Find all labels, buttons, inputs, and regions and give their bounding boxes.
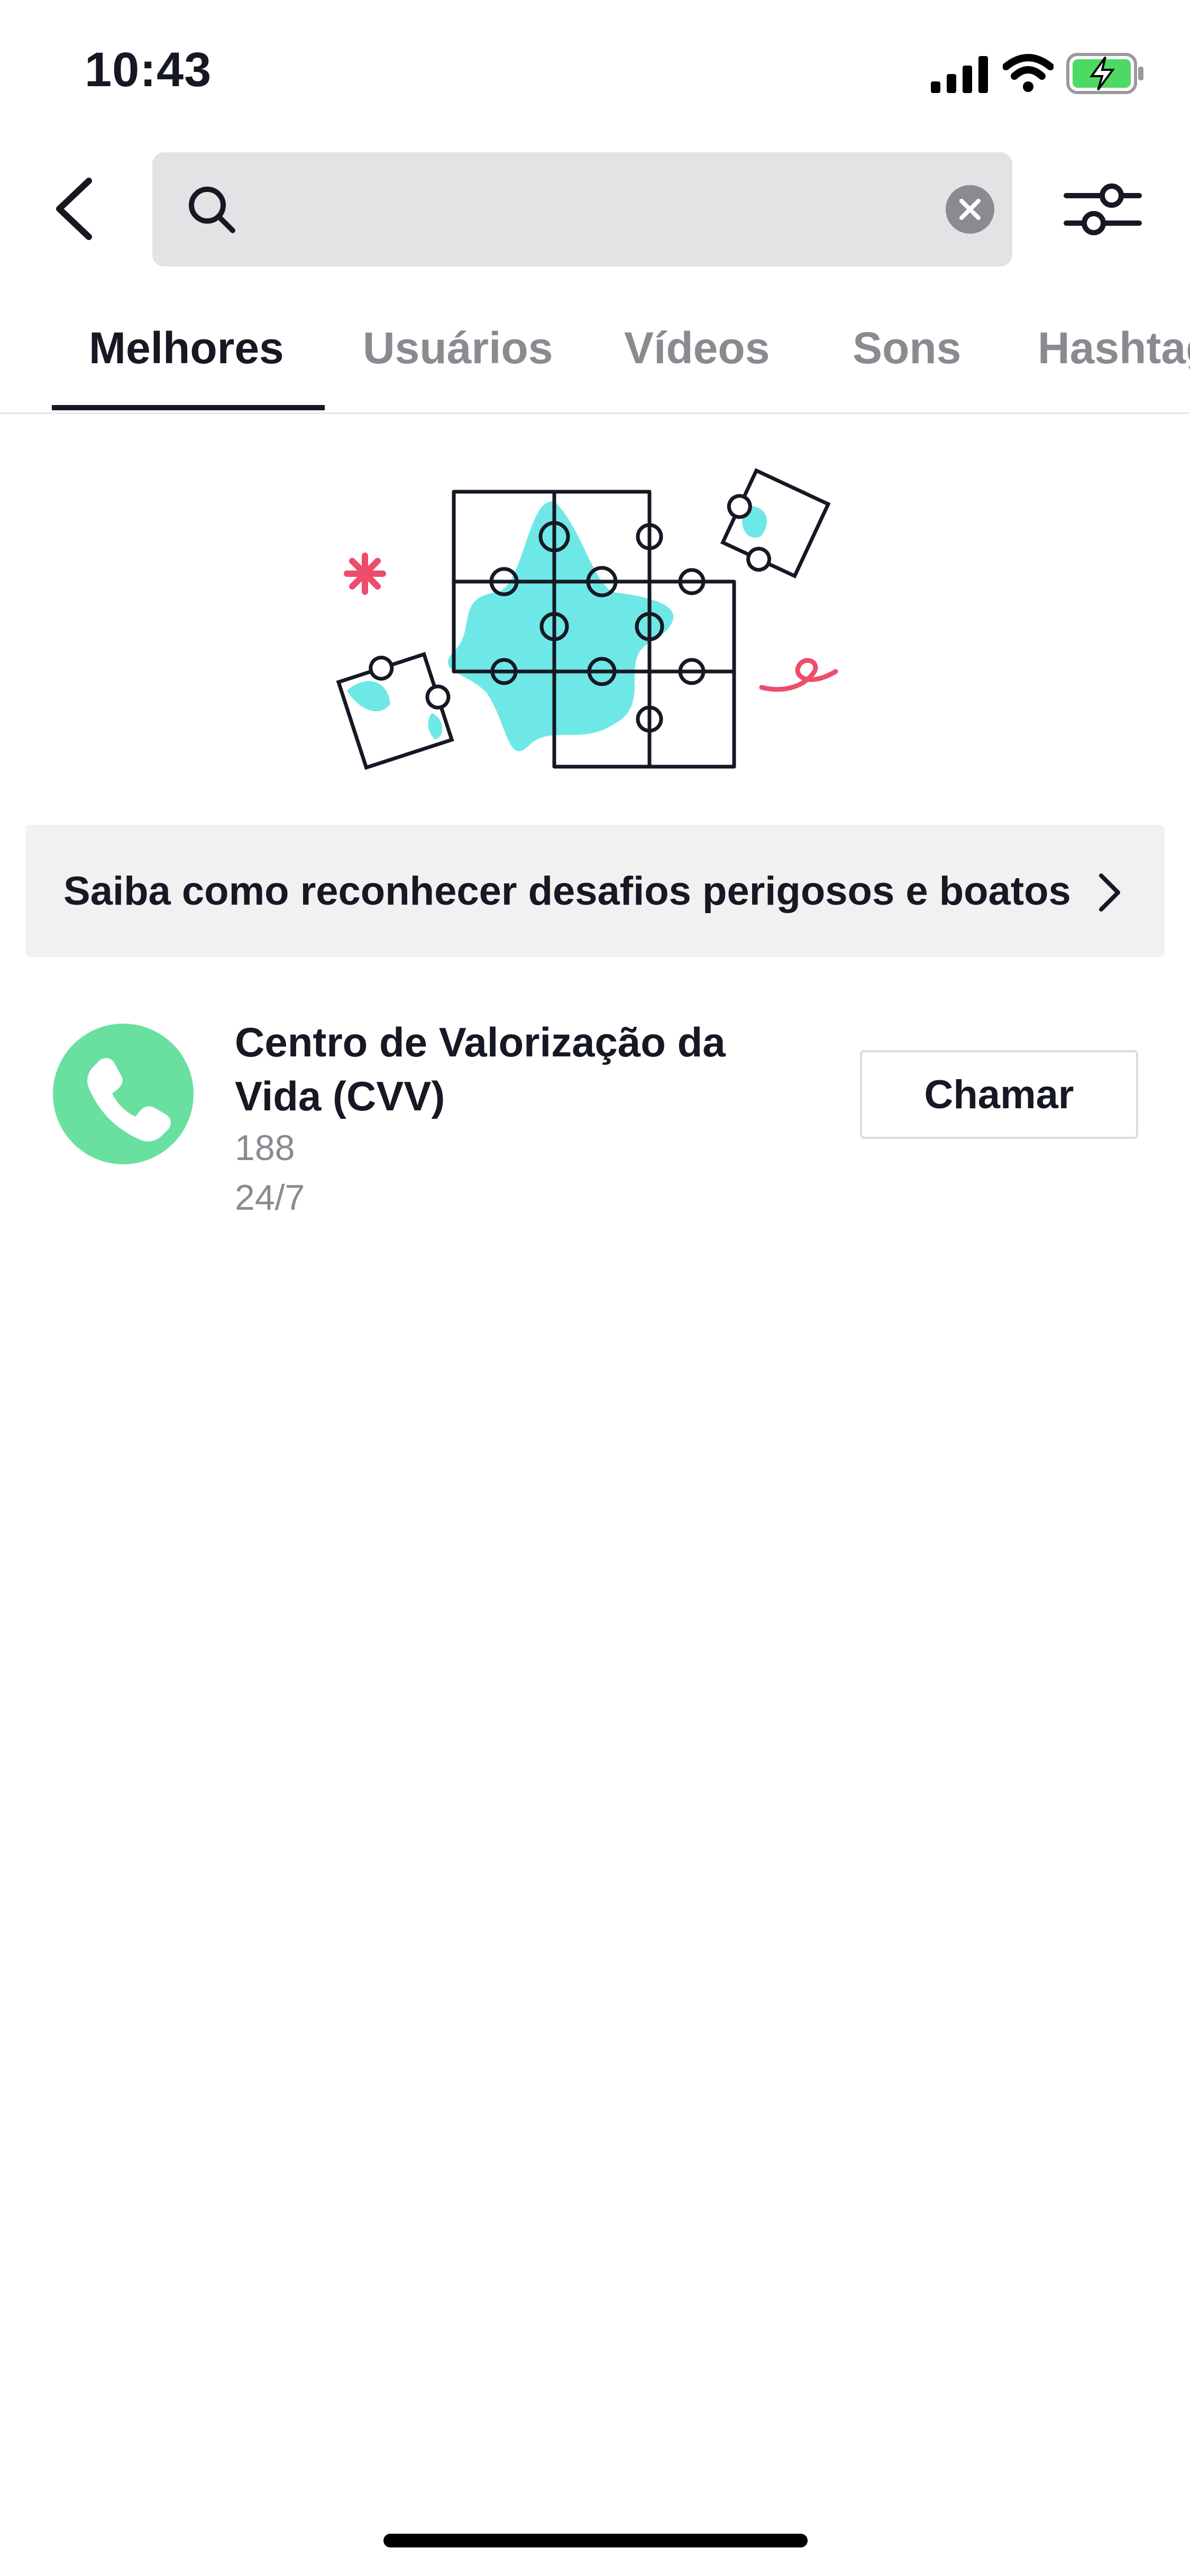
helpline-number: 188	[235, 1128, 295, 1168]
wifi-icon	[1003, 54, 1054, 92]
tab-videos[interactable]: Vídeos	[624, 323, 770, 374]
banner-text: Saiba como reconhecer desafios perigosos…	[63, 869, 1071, 914]
tab-sons[interactable]: Sons	[853, 323, 961, 374]
helpline-name: Centro de Valorização da Vida (CVV)	[235, 1019, 726, 1119]
helpline-avatar	[53, 1024, 194, 1164]
clear-search-button[interactable]	[946, 185, 994, 234]
clear-icon	[959, 199, 981, 220]
search-icon	[189, 187, 235, 233]
active-tab-indicator	[52, 405, 325, 410]
back-icon[interactable]	[48, 169, 100, 249]
chevron-right-icon	[1099, 873, 1120, 912]
puzzle-illustration	[336, 468, 838, 770]
safety-banner[interactable]: Saiba como reconhecer desafios perigosos…	[25, 825, 1165, 957]
results-tab-bar: Melhores Usuários Vídeos Sons Hashtags	[0, 296, 1190, 414]
home-indicator	[383, 2534, 808, 2547]
phone-icon	[87, 1058, 171, 1142]
search-bar[interactable]	[152, 152, 1012, 266]
tab-usuarios[interactable]: Usuários	[363, 323, 553, 374]
filter-sliders-icon[interactable]	[1063, 174, 1142, 243]
call-button[interactable]: Chamar	[860, 1050, 1138, 1139]
search-input[interactable]	[253, 173, 879, 246]
battery-charging-icon	[1066, 53, 1143, 94]
status-time: 10:43	[85, 43, 212, 97]
tab-melhores[interactable]: Melhores	[89, 323, 284, 374]
signal-icon	[931, 56, 988, 93]
tab-hashtags[interactable]: Hashtags	[1038, 323, 1190, 374]
helpline-hours: 24/7	[235, 1177, 305, 1218]
